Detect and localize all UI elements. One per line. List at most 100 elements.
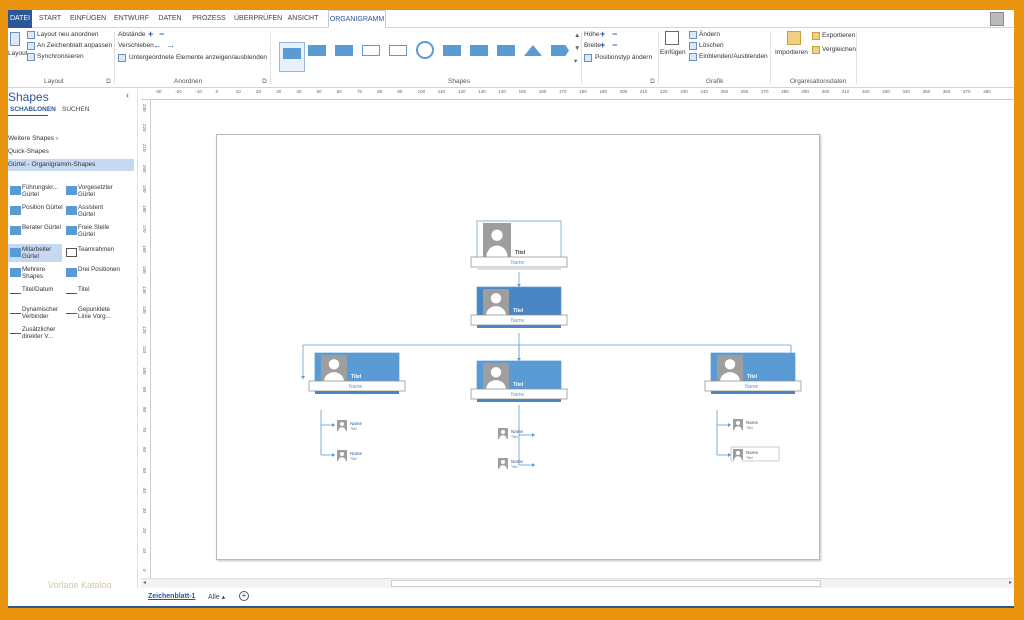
drawing-canvas[interactable]: Titel Name Titel Name Titel Name Titel Name Tite… [151, 100, 1014, 588]
import-icon[interactable] [787, 31, 801, 45]
relayout-button[interactable]: Layout neu anordnen [37, 31, 98, 38]
spacing-label: Abstände [118, 31, 146, 38]
export-button[interactable]: Exportieren [822, 32, 855, 39]
fit-icon [27, 42, 35, 50]
arrange-launcher-icon[interactable]: ⧉ [262, 78, 267, 86]
shape-style-icon [335, 45, 353, 56]
move-right-icon[interactable]: → [166, 40, 175, 50]
stencil-item-label[interactable]: Position Gürtel [22, 204, 64, 211]
more-shapes-item[interactable]: Weitere Shapes › [8, 135, 58, 142]
tab-view[interactable]: ANSICHT [286, 10, 320, 28]
ruler-tick-label: 70 [142, 427, 147, 433]
ruler-tick-label: 80 [377, 89, 383, 94]
user-avatar-icon[interactable] [990, 12, 1004, 26]
toggle-picture-button[interactable]: Einblenden/Ausblenden [699, 53, 768, 60]
insert-picture-icon[interactable] [665, 31, 679, 45]
horizontal-ruler[interactable]: -30 -20 -10 0 10 20 30 40 50 60 70 80 90 100 110 120 130… [141, 88, 1014, 100]
sheet-tab-1[interactable]: Zeichenblatt-1 [148, 593, 195, 600]
shape-style-11[interactable] [548, 40, 572, 62]
scroll-left-icon[interactable]: ◂ [143, 579, 146, 586]
shape-style-4[interactable] [359, 40, 383, 62]
width-plus-icon[interactable]: + [600, 40, 605, 50]
insert-picture-button[interactable]: Einfügen [660, 49, 686, 56]
org-chart[interactable]: TitelNameTitelNameTitelName TitelNameTite… [217, 135, 821, 561]
person-head-icon [736, 420, 740, 425]
gallery-up-icon[interactable]: ▲ [574, 32, 580, 39]
tab-review[interactable]: ÜBERPRÜFEN [234, 10, 282, 28]
org-sub-name: Name [746, 420, 759, 425]
scrollbar-thumb[interactable] [391, 580, 821, 587]
tab-data[interactable]: DATEN [156, 10, 184, 28]
spacing-minus-icon[interactable]: − [159, 29, 164, 39]
stencil-item-label[interactable]: Führungskr... Gürtel [22, 184, 64, 198]
tab-insert[interactable]: EINFÜGEN [70, 10, 106, 28]
fit-button[interactable]: An Zeichenblatt anpassen [37, 42, 112, 49]
ruler-tick-label: 0 [215, 89, 219, 94]
ruler-tick-label: 190 [599, 89, 607, 94]
stencil-item-label[interactable]: Gepunktete Linie Vorg... [78, 306, 120, 320]
stencil-item-label[interactable]: Berater Gürtel [22, 224, 64, 231]
shape-style-9[interactable] [494, 40, 518, 62]
tab-start[interactable]: START [38, 10, 62, 28]
shape-style-5[interactable] [386, 40, 410, 62]
ruler-tick-label: 210 [142, 144, 147, 152]
layout-icon[interactable] [10, 32, 20, 46]
horizontal-scrollbar[interactable]: ◂ ▸ [141, 578, 1014, 588]
shape-style-7[interactable] [440, 40, 464, 62]
import-button[interactable]: Importieren [775, 49, 808, 56]
tab-orgchart[interactable]: ORGANIGRAMM [328, 10, 386, 28]
stencil-item-label[interactable]: Vorgesetzter Gürtel [78, 184, 120, 198]
collapse-pane-icon[interactable]: ‹ [126, 90, 129, 100]
spacing-plus-icon[interactable]: + [148, 29, 153, 39]
height-minus-icon[interactable]: − [612, 29, 617, 39]
stencil-item-label[interactable]: Mitarbeiter Gürtel [22, 246, 64, 260]
shape-style-icon [362, 45, 380, 56]
move-left-icon[interactable]: ← [153, 40, 162, 50]
ruler-tick-label: 130 [142, 306, 147, 314]
tab-process[interactable]: PROZESS [192, 10, 226, 28]
tab-design[interactable]: ENTWURF [114, 10, 149, 28]
person-head-icon [340, 421, 344, 426]
gallery-down-icon[interactable]: ▼ [574, 45, 580, 52]
delete-picture-button[interactable]: Löschen [699, 42, 724, 49]
person-head-icon [328, 359, 340, 370]
shape-style-3[interactable] [332, 40, 356, 62]
shape-style-1[interactable] [279, 42, 305, 72]
subordinates-button[interactable]: Untergeordnete Elemente anzeigen/ausblen… [129, 54, 267, 61]
all-sheets-tab[interactable]: Alle ▴ [208, 593, 225, 601]
stencil-item-label[interactable]: Mehrere Shapes [22, 266, 64, 280]
layout-launcher-icon[interactable]: ⧉ [106, 78, 111, 86]
person-head-icon [724, 359, 736, 370]
ruler-tick-label: 80 [142, 407, 147, 413]
position-type-button[interactable]: Positionstyp ändern [595, 54, 652, 61]
shape-style-2[interactable] [305, 40, 329, 62]
tab-stencils[interactable]: SCHABLONEN [10, 106, 56, 113]
layout-button[interactable]: Layout [8, 50, 28, 57]
shape-style-6[interactable] [413, 40, 437, 62]
gallery-more-icon[interactable]: ▾ [574, 57, 577, 65]
vertical-ruler[interactable]: 230 220 210 200 190 180 170 160 150 140 130 120 110 1… [141, 100, 151, 595]
tab-file[interactable]: DATEI [8, 10, 32, 28]
change-picture-button[interactable]: Ändern [699, 31, 720, 38]
shape-style-8[interactable] [467, 40, 491, 62]
stencil-item-label[interactable]: Titel [78, 286, 120, 293]
stencil-item-label[interactable]: Freie Stelle Gürtel [78, 224, 120, 238]
sync-button[interactable]: Synchronisieren [37, 53, 84, 60]
shape-style-10[interactable] [521, 40, 545, 62]
drawing-page[interactable]: Titel Name Titel Name Titel Name Titel Name Tite… [216, 134, 820, 560]
quick-shapes-item[interactable]: Quick-Shapes [8, 148, 49, 155]
shapes-launcher-icon[interactable]: ⧉ [650, 78, 655, 86]
width-minus-icon[interactable]: − [612, 40, 617, 50]
tab-search[interactable]: SUCHEN [62, 106, 89, 113]
add-sheet-icon[interactable]: + [239, 591, 249, 601]
stencil-item-label[interactable]: Assistent Gürtel [78, 204, 120, 218]
stencil-orgchart-item[interactable]: Gürtel - Organigramm-Shapes [8, 159, 134, 171]
scroll-right-icon[interactable]: ▸ [1009, 579, 1012, 586]
stencil-item-label[interactable]: Dynamischer Verbinder [22, 306, 64, 320]
height-plus-icon[interactable]: + [600, 29, 605, 39]
stencil-item-label[interactable]: Drei Positionen [78, 266, 120, 273]
stencil-item-label[interactable]: Titel/Datum [22, 286, 64, 293]
stencil-item-label[interactable]: Teamrahmen [78, 246, 120, 253]
compare-button[interactable]: Vergleichen [822, 46, 856, 53]
stencil-item-label[interactable]: Zusätzlicher direkter V... [22, 326, 64, 340]
